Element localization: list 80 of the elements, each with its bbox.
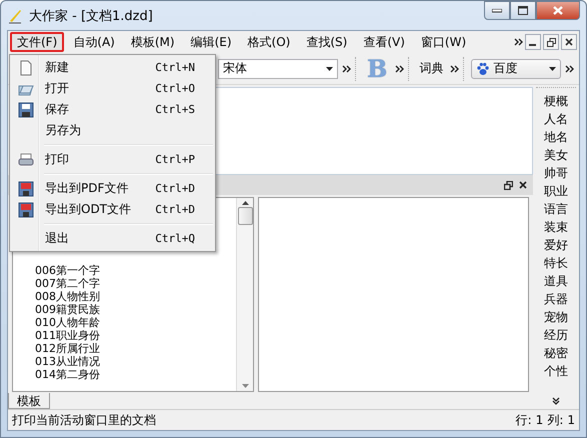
minimize-button[interactable] <box>484 1 510 20</box>
chevron-icon[interactable] <box>565 64 574 74</box>
close-icon[interactable] <box>519 181 527 189</box>
column-label: 列: <box>547 412 564 428</box>
list-item[interactable]: 012所属行业 <box>35 342 236 355</box>
paw-icon <box>476 62 490 76</box>
maximize-button[interactable] <box>510 1 536 20</box>
close-icon <box>565 38 573 46</box>
expand-icon[interactable] <box>552 397 560 405</box>
font-dropdown[interactable]: 宋体 <box>218 58 338 78</box>
sidebar-item[interactable]: 美女 <box>544 146 568 164</box>
menu-item[interactable]: 窗口(W) <box>414 32 474 52</box>
sidebar-item[interactable]: 人名 <box>544 110 568 128</box>
sidebar-item[interactable]: 特长 <box>544 254 568 272</box>
document-restore-button[interactable] <box>543 34 559 50</box>
menu-item[interactable]: 模板(M) <box>124 32 182 52</box>
scroll-up-icon[interactable] <box>242 201 248 205</box>
app-logo-icon <box>7 8 23 24</box>
menu-item[interactable]: 导出到ODT文件 Ctrl+D <box>12 199 213 220</box>
list-item[interactable]: 010人物年龄 <box>35 316 236 329</box>
document-close-button[interactable] <box>561 34 577 50</box>
chevron-icon[interactable] <box>450 64 460 74</box>
sidebar-item[interactable]: 秘密 <box>544 344 568 362</box>
list-item[interactable]: 014第二身份 <box>35 368 236 381</box>
menu-item[interactable]: 格式(O) <box>240 32 298 52</box>
sidebar-item[interactable]: 兵器 <box>544 290 568 308</box>
menu-item[interactable]: 编辑(E) <box>184 32 239 52</box>
column-number: 1 <box>567 413 575 427</box>
caret-icon <box>549 66 556 70</box>
menu-item[interactable]: 保存 Ctrl+S <box>12 99 213 120</box>
sidebar-item[interactable]: 个性 <box>544 362 568 380</box>
document-icon <box>18 60 34 76</box>
menu-item[interactable]: 退出 Ctrl+Q <box>12 228 213 249</box>
chevron-icon[interactable] <box>514 37 523 47</box>
list-item[interactable]: 008人物性别 <box>35 290 236 303</box>
list-item[interactable]: 006第一个字 <box>35 264 236 277</box>
line-label: 行: <box>516 412 532 428</box>
line-number: 1 <box>536 413 544 427</box>
maximize-icon <box>518 6 528 15</box>
list-item[interactable]: 013从业情况 <box>35 355 236 368</box>
sidebar-item[interactable]: 道具 <box>544 272 568 290</box>
sidebar-item[interactable]: 爱好 <box>544 236 568 254</box>
menu-item[interactable]: 查找(S) <box>299 32 354 52</box>
sidebar-item[interactable]: 地名 <box>544 128 568 146</box>
sidebar-item[interactable]: 语言 <box>544 200 568 218</box>
menu-item[interactable]: 查看(V) <box>356 32 412 52</box>
scroll-thumb[interactable] <box>238 207 252 225</box>
menu-item[interactable]: 自动(A) <box>66 32 122 52</box>
list-item[interactable]: 011职业身份 <box>35 329 236 342</box>
scroll-down-icon[interactable] <box>242 384 248 388</box>
scrollbar[interactable] <box>236 198 253 391</box>
menu-item[interactable]: 导出到PDF文件 Ctrl+D <box>12 178 213 199</box>
sidebar-item[interactable]: 帅哥 <box>544 164 568 182</box>
sidebar-item[interactable]: 装束 <box>544 218 568 236</box>
search-engine-dropdown[interactable]: 百度 <box>471 58 562 78</box>
menu-item[interactable]: 文件(F) <box>10 32 64 52</box>
sidebar-item[interactable]: 梗概 <box>544 92 568 110</box>
caret-icon <box>326 66 333 70</box>
window-title: 大作家 - [文档1.dzd] <box>29 8 153 24</box>
dictionary-button[interactable]: 词典 <box>416 58 446 79</box>
menu-item[interactable]: 新建 Ctrl+N <box>12 57 213 78</box>
sidebar-item[interactable]: 经历 <box>544 326 568 344</box>
close-icon <box>553 6 563 15</box>
chevron-icon[interactable] <box>395 64 404 74</box>
chevron-icon[interactable] <box>342 64 351 74</box>
sidebar-item[interactable]: 宠物 <box>544 308 568 326</box>
tab[interactable]: 模板 <box>8 393 50 409</box>
menu-item[interactable]: 打印 Ctrl+P <box>12 149 213 170</box>
minimize-icon <box>492 8 502 12</box>
printer-icon <box>18 152 34 168</box>
sidebar-item[interactable]: 职业 <box>544 182 568 200</box>
menu-item[interactable]: 打开 Ctrl+O <box>12 78 213 99</box>
close-button[interactable] <box>536 1 580 20</box>
restore-icon <box>546 38 556 46</box>
status-message: 打印当前活动窗口里的文档 <box>12 412 157 428</box>
document-minimize-button[interactable] <box>525 34 541 50</box>
restore-icon[interactable] <box>504 180 513 190</box>
list-item[interactable]: 009籍贯民族 <box>35 303 236 316</box>
menu-item[interactable]: 另存为 <box>12 120 213 141</box>
list-item[interactable]: 007第二个字 <box>35 277 236 290</box>
